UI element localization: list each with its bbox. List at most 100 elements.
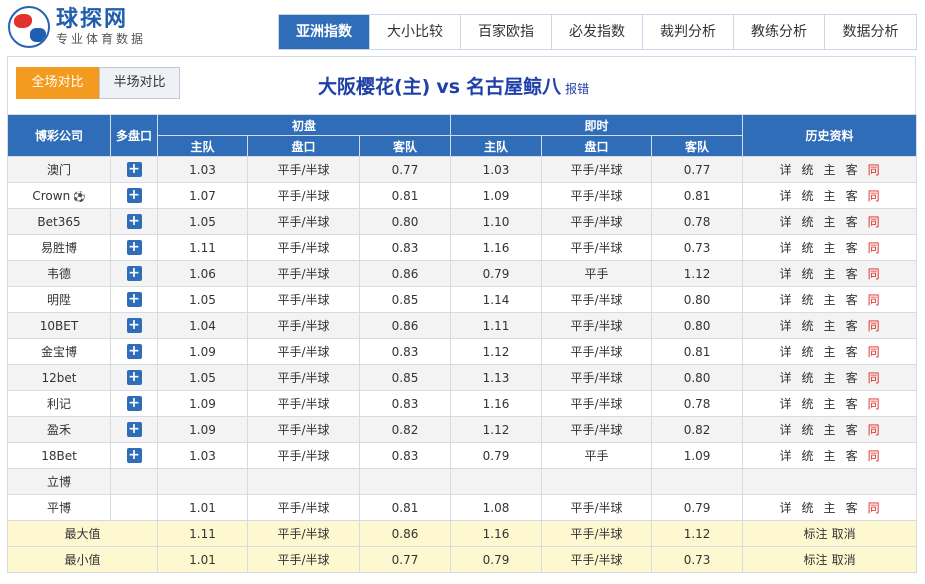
history-link-0[interactable]: 详 <box>780 163 792 177</box>
full-match-toggle[interactable]: 全场对比 <box>16 67 99 99</box>
history-link-0[interactable]: 详 <box>780 267 792 281</box>
company-cell[interactable]: 利记 <box>7 390 111 417</box>
tab-betfair-index[interactable]: 必发指数 <box>552 15 643 49</box>
history-link-1[interactable]: 统 <box>802 345 814 359</box>
history-link-2[interactable]: 主 <box>824 215 836 229</box>
history-link-4[interactable]: 同 <box>868 449 880 463</box>
history-link-2[interactable]: 主 <box>824 449 836 463</box>
expand-plus-icon[interactable]: + <box>126 422 142 437</box>
mark-button[interactable]: 标注 <box>804 553 828 567</box>
report-error-link[interactable]: 报错 <box>565 82 589 96</box>
company-name[interactable]: 立博 <box>47 475 71 489</box>
company-name[interactable]: 利记 <box>47 397 71 411</box>
expand-plus-icon[interactable]: + <box>126 448 142 463</box>
history-link-4[interactable]: 同 <box>868 293 880 307</box>
history-link-1[interactable]: 统 <box>802 267 814 281</box>
half-match-toggle[interactable]: 半场对比 <box>99 67 180 99</box>
history-link-3[interactable]: 客 <box>846 449 858 463</box>
history-link-0[interactable]: 详 <box>780 319 792 333</box>
company-name[interactable]: 12bet <box>42 371 77 385</box>
history-link-2[interactable]: 主 <box>824 501 836 515</box>
company-cell[interactable]: Bet365 <box>7 208 111 235</box>
history-link-1[interactable]: 统 <box>802 215 814 229</box>
company-cell[interactable]: Crown ⚽ <box>7 182 111 209</box>
history-link-4[interactable]: 同 <box>868 319 880 333</box>
tab-over-under[interactable]: 大小比较 <box>370 15 461 49</box>
expand-plus-icon[interactable]: + <box>126 344 142 359</box>
history-link-3[interactable]: 客 <box>846 345 858 359</box>
tab-asian-odds[interactable]: 亚洲指数 <box>279 15 370 49</box>
history-link-1[interactable]: 统 <box>802 423 814 437</box>
expand-plus-icon[interactable]: + <box>126 266 142 281</box>
history-link-0[interactable]: 详 <box>780 501 792 515</box>
company-cell[interactable]: 易胜博 <box>7 234 111 261</box>
company-cell[interactable]: 平博 <box>7 494 111 521</box>
expand-plus-icon[interactable]: + <box>126 240 142 255</box>
history-link-1[interactable]: 统 <box>802 241 814 255</box>
company-name[interactable]: 明陞 <box>47 293 71 307</box>
history-link-4[interactable]: 同 <box>868 163 880 177</box>
expand-plus-icon[interactable]: + <box>126 318 142 333</box>
history-link-3[interactable]: 客 <box>846 423 858 437</box>
company-cell[interactable]: 澳门 <box>7 156 111 183</box>
company-name[interactable]: 10BET <box>40 319 78 333</box>
history-link-1[interactable]: 统 <box>802 501 814 515</box>
company-cell[interactable]: 韦德 <box>7 260 111 287</box>
tab-referee-analysis[interactable]: 裁判分析 <box>643 15 734 49</box>
company-cell[interactable]: 立博 <box>7 468 111 495</box>
company-name[interactable]: 易胜博 <box>41 241 77 255</box>
history-link-4[interactable]: 同 <box>868 397 880 411</box>
history-link-0[interactable]: 详 <box>780 449 792 463</box>
tab-coach-analysis[interactable]: 教练分析 <box>734 15 825 49</box>
history-link-0[interactable]: 详 <box>780 293 792 307</box>
history-link-0[interactable]: 详 <box>780 215 792 229</box>
history-link-3[interactable]: 客 <box>846 241 858 255</box>
cancel-button[interactable]: 取消 <box>832 553 856 567</box>
history-link-0[interactable]: 详 <box>780 371 792 385</box>
history-link-3[interactable]: 客 <box>846 371 858 385</box>
company-name[interactable]: Bet365 <box>37 215 80 229</box>
history-link-2[interactable]: 主 <box>824 241 836 255</box>
expand-plus-icon[interactable]: + <box>126 370 142 385</box>
history-link-3[interactable]: 客 <box>846 293 858 307</box>
company-name[interactable]: 平博 <box>47 501 71 515</box>
history-link-4[interactable]: 同 <box>868 371 880 385</box>
history-link-4[interactable]: 同 <box>868 241 880 255</box>
company-cell[interactable]: 10BET <box>7 312 111 339</box>
expand-plus-icon[interactable]: + <box>126 396 142 411</box>
history-link-0[interactable]: 详 <box>780 397 792 411</box>
history-link-2[interactable]: 主 <box>824 319 836 333</box>
history-link-0[interactable]: 详 <box>780 241 792 255</box>
history-link-3[interactable]: 客 <box>846 501 858 515</box>
history-link-3[interactable]: 客 <box>846 267 858 281</box>
history-link-1[interactable]: 统 <box>802 163 814 177</box>
history-link-4[interactable]: 同 <box>868 345 880 359</box>
history-link-1[interactable]: 统 <box>802 319 814 333</box>
history-link-3[interactable]: 客 <box>846 319 858 333</box>
company-name[interactable]: 盈禾 <box>47 423 71 437</box>
cancel-button[interactable]: 取消 <box>832 527 856 541</box>
history-link-1[interactable]: 统 <box>802 189 814 203</box>
company-cell[interactable]: 18Bet <box>7 442 111 469</box>
history-link-0[interactable]: 详 <box>780 345 792 359</box>
history-link-1[interactable]: 统 <box>802 293 814 307</box>
expand-plus-icon[interactable]: + <box>126 214 142 229</box>
history-link-2[interactable]: 主 <box>824 189 836 203</box>
company-name[interactable]: 澳门 <box>47 163 71 177</box>
company-name[interactable]: 金宝博 <box>41 345 77 359</box>
history-link-2[interactable]: 主 <box>824 397 836 411</box>
history-link-2[interactable]: 主 <box>824 345 836 359</box>
tab-data-analysis[interactable]: 数据分析 <box>825 15 916 49</box>
history-link-2[interactable]: 主 <box>824 423 836 437</box>
tab-european-odds[interactable]: 百家欧指 <box>461 15 552 49</box>
company-name[interactable]: 18Bet <box>41 449 77 463</box>
history-link-3[interactable]: 客 <box>846 189 858 203</box>
history-link-3[interactable]: 客 <box>846 163 858 177</box>
history-link-4[interactable]: 同 <box>868 423 880 437</box>
history-link-4[interactable]: 同 <box>868 501 880 515</box>
history-link-3[interactable]: 客 <box>846 215 858 229</box>
history-link-4[interactable]: 同 <box>868 267 880 281</box>
history-link-1[interactable]: 统 <box>802 397 814 411</box>
expand-plus-icon[interactable]: + <box>126 292 142 307</box>
history-link-0[interactable]: 详 <box>780 189 792 203</box>
